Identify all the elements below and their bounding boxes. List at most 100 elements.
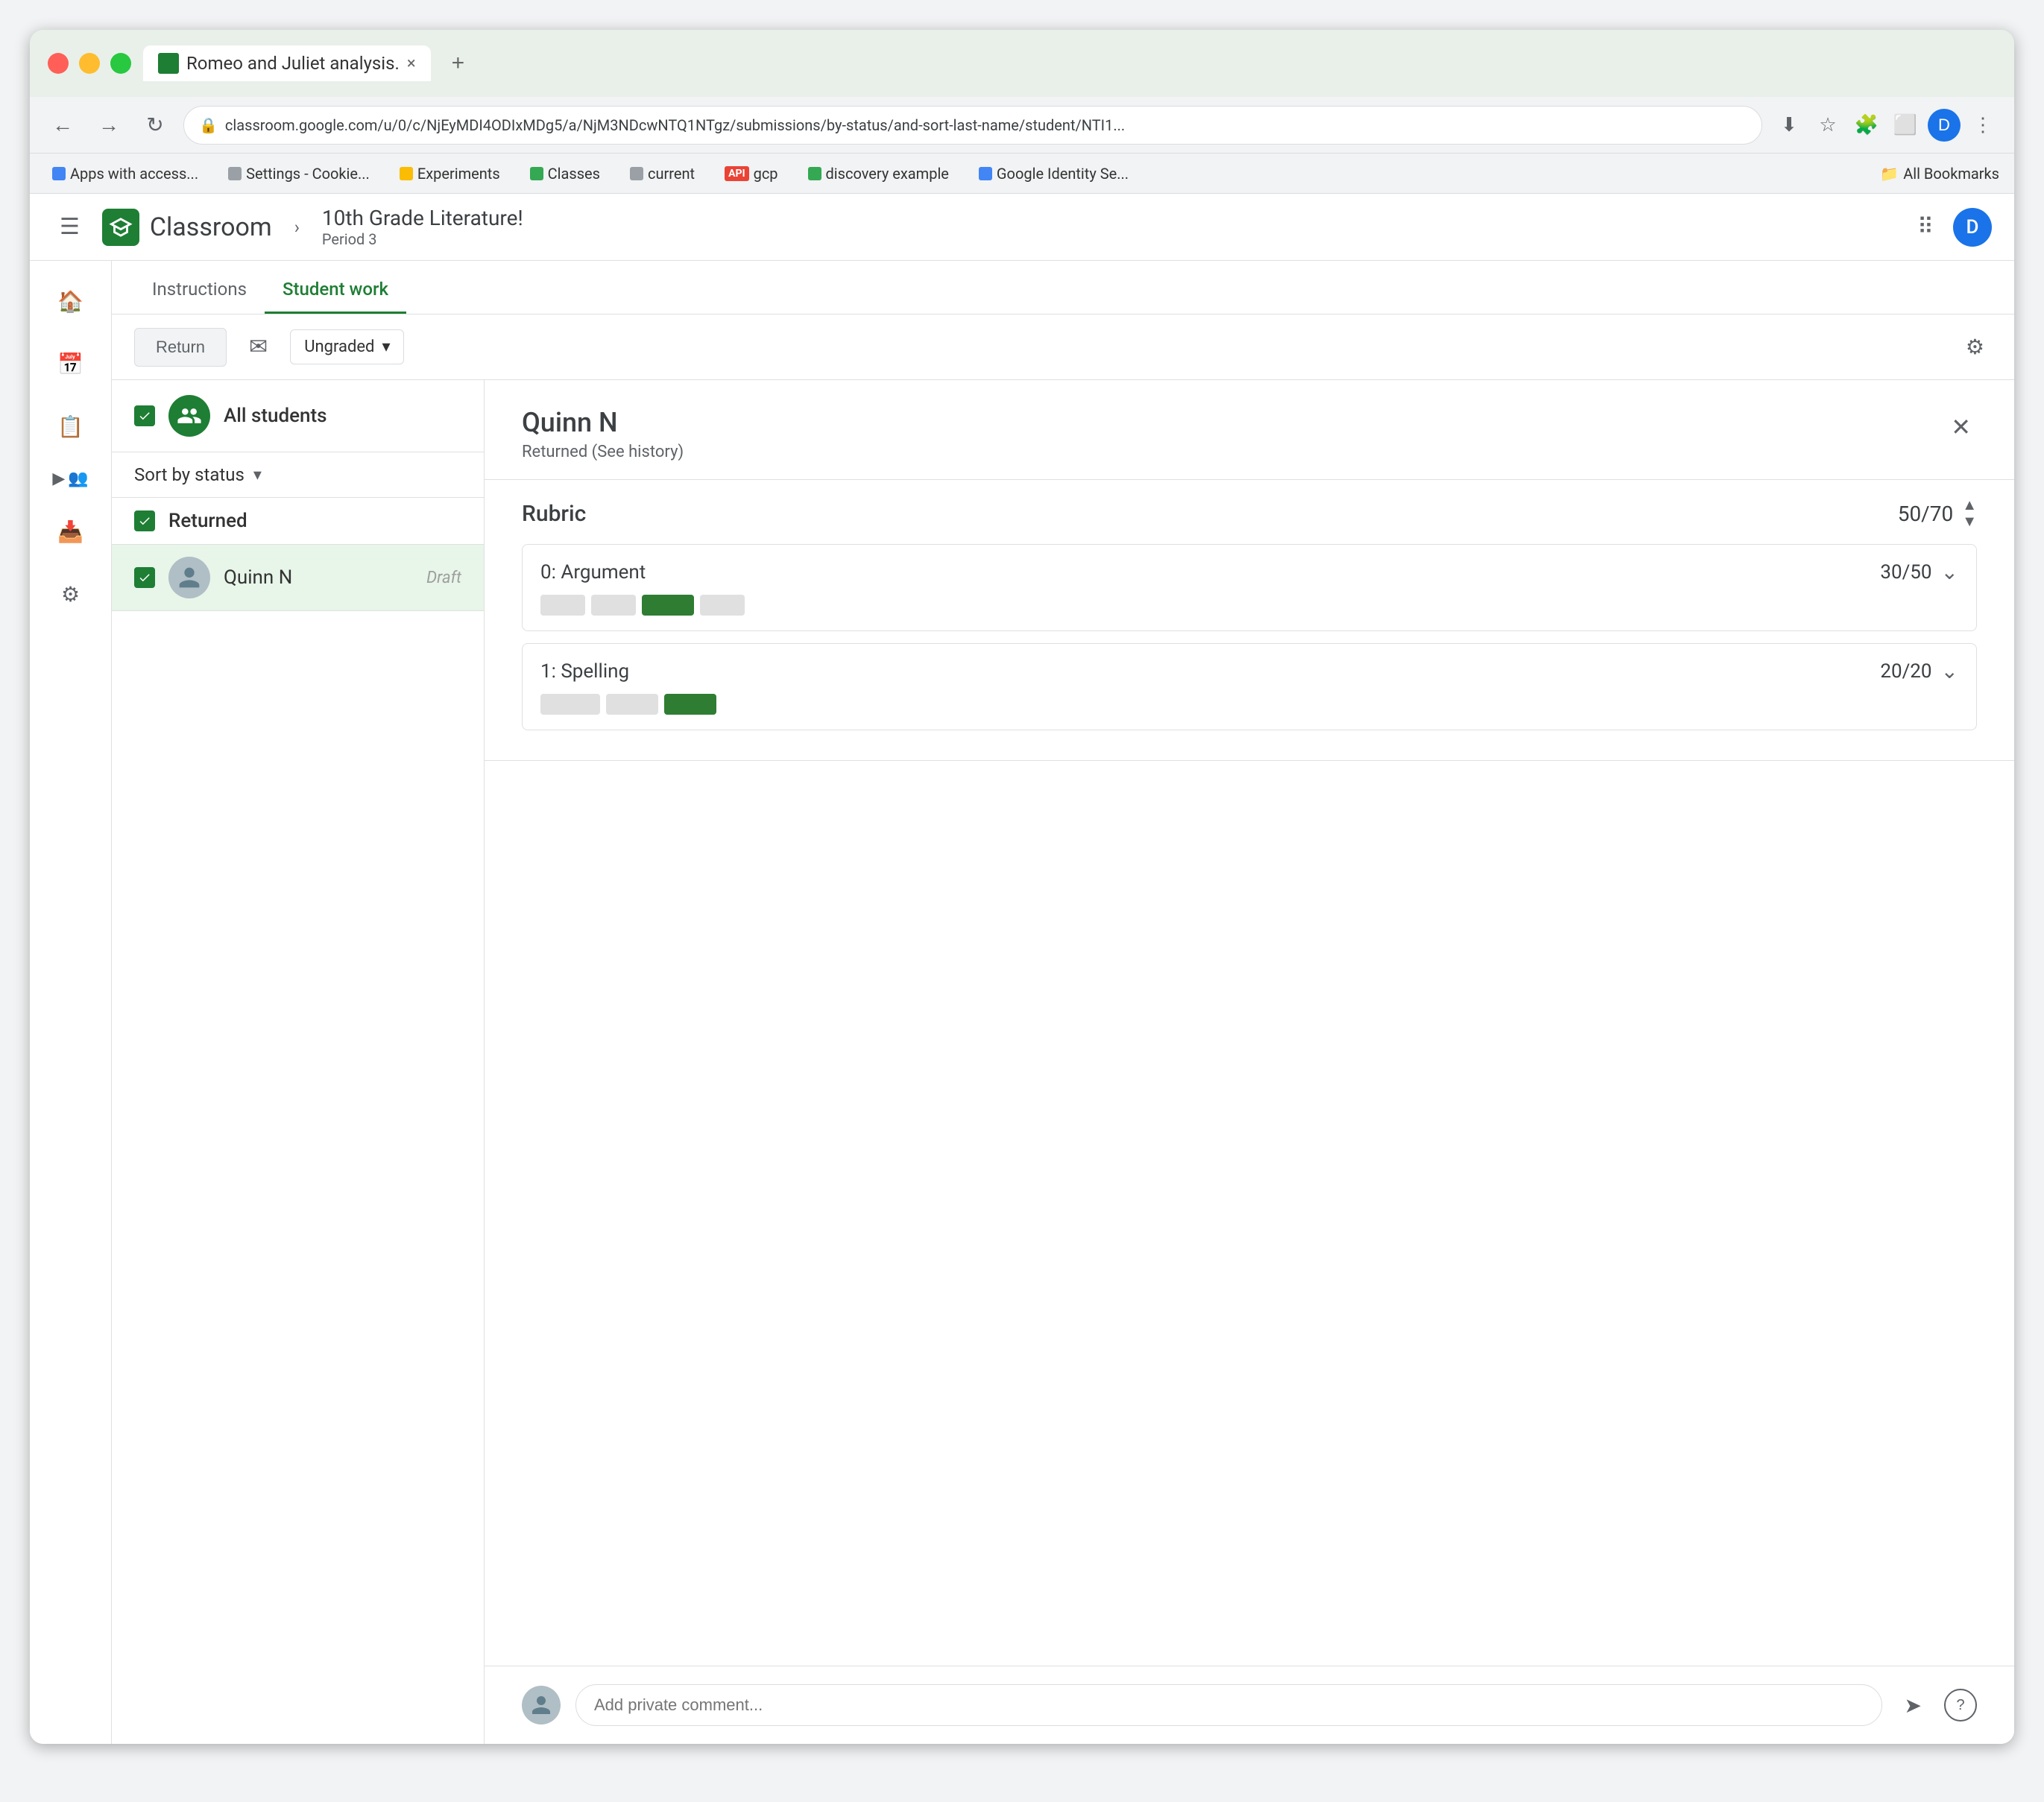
hamburger-button[interactable]: ☰ bbox=[52, 206, 87, 247]
course-info: 10th Grade Literature! Period 3 bbox=[322, 206, 523, 248]
grid-apps-button[interactable]: ⠿ bbox=[1910, 206, 1941, 247]
url-text: classroom.google.com/u/0/c/NjEyMDI4ODIxM… bbox=[225, 116, 1125, 134]
commenter-avatar bbox=[522, 1686, 561, 1724]
api-badge: API bbox=[725, 166, 749, 181]
score-stepper[interactable]: ▲ ▼ bbox=[1962, 498, 1977, 529]
new-tab-button[interactable]: + bbox=[443, 51, 474, 76]
rubric-title-row: Rubric 50/70 ▲ ▼ bbox=[522, 498, 1977, 529]
bookmark-favicon-google-id bbox=[979, 167, 992, 180]
student-detail-info: Quinn N Returned (See history) bbox=[522, 407, 1945, 461]
bar-seg-4 bbox=[700, 595, 745, 616]
student-avatar bbox=[168, 557, 210, 598]
sidebar-home-button[interactable]: 🏠 bbox=[45, 276, 96, 326]
bookmark-favicon-classes bbox=[530, 167, 543, 180]
student-row[interactable]: Quinn N Draft bbox=[112, 545, 484, 611]
address-bar[interactable]: 🔒 classroom.google.com/u/0/c/NjEyMDI4ODI… bbox=[183, 106, 1762, 145]
bookmark-discovery[interactable]: discovery example bbox=[801, 162, 956, 186]
score-up-arrow[interactable]: ▲ bbox=[1962, 498, 1977, 513]
bar-seg-2 bbox=[591, 595, 636, 616]
tab-title: Romeo and Juliet analysis. bbox=[186, 53, 400, 74]
comment-area: ➤ ? bbox=[485, 1666, 2014, 1744]
tab-student-work[interactable]: Student work bbox=[265, 267, 406, 314]
classroom-icon bbox=[102, 209, 139, 246]
forward-button[interactable]: → bbox=[91, 107, 127, 143]
mail-button[interactable]: ✉ bbox=[242, 326, 275, 367]
all-students-icon bbox=[168, 395, 210, 437]
all-bookmarks[interactable]: 📁 All Bookmarks bbox=[1880, 165, 1999, 183]
sort-dropdown-arrow[interactable]: ▾ bbox=[253, 466, 262, 484]
grade-dropdown-arrow: ▾ bbox=[382, 338, 390, 356]
rubric-panel: Quinn N Returned (See history) ✕ Rubric … bbox=[485, 380, 2014, 1744]
bar-seg-1 bbox=[540, 595, 585, 616]
tab-close-button[interactable]: × bbox=[407, 54, 416, 73]
sidebar-calendar-button[interactable]: 📅 bbox=[45, 338, 96, 389]
rubric-panel-header: Quinn N Returned (See history) ✕ bbox=[485, 380, 2014, 480]
sort-label: Sort by status bbox=[134, 464, 245, 485]
bookmark-classes[interactable]: Classes bbox=[523, 162, 608, 186]
download-icon[interactable]: ⬇ bbox=[1773, 109, 1805, 142]
menu-icon[interactable]: ⋮ bbox=[1966, 109, 1999, 142]
classroom-logo-svg bbox=[108, 215, 133, 240]
bookmark-api[interactable]: API gcp bbox=[717, 162, 785, 186]
settings-button[interactable]: ⚙ bbox=[1958, 327, 1992, 367]
criteria-argument-expand[interactable]: ⌄ bbox=[1941, 560, 1958, 584]
sidebar-people-expand[interactable]: ▶ 👥 bbox=[46, 464, 94, 494]
close-traffic-light[interactable] bbox=[48, 53, 69, 74]
criteria-argument-header: 0: Argument 30/50 ⌄ bbox=[540, 560, 1958, 584]
bookmark-label-gcp: gcp bbox=[754, 165, 778, 183]
send-comment-button[interactable]: ➤ bbox=[1897, 1686, 1929, 1725]
grade-dropdown[interactable]: Ungraded ▾ bbox=[290, 329, 404, 364]
tabs-bar: Instructions Student work bbox=[112, 261, 2014, 314]
returned-checkbox[interactable] bbox=[134, 510, 155, 531]
bookmark-settings[interactable]: Settings - Cookie... bbox=[221, 162, 377, 186]
extensions-icon[interactable]: 🧩 bbox=[1850, 109, 1883, 142]
score-down-arrow[interactable]: ▼ bbox=[1962, 514, 1977, 529]
tab-instructions[interactable]: Instructions bbox=[134, 267, 265, 314]
bookmark-label-classes: Classes bbox=[548, 165, 600, 183]
sidebar-assignments-button[interactable]: 📋 bbox=[45, 401, 96, 452]
bookmark-experiments[interactable]: Experiments bbox=[392, 162, 508, 186]
all-students-checkbox[interactable] bbox=[134, 405, 155, 426]
reload-button[interactable]: ↻ bbox=[137, 107, 173, 143]
comment-input[interactable] bbox=[575, 1684, 1882, 1726]
bookmark-label-current: current bbox=[648, 165, 695, 183]
bookmark-icon[interactable]: ☆ bbox=[1811, 109, 1844, 142]
rubric-spacer bbox=[485, 761, 2014, 1666]
header-avatar[interactable]: D bbox=[1953, 208, 1992, 247]
student-name: Quinn N bbox=[224, 566, 413, 589]
sidebar-settings-button[interactable]: ⚙ bbox=[45, 569, 96, 619]
criteria-argument-name: 0: Argument bbox=[540, 561, 1880, 584]
sidebar: 🏠 📅 📋 ▶ 👥 📥 ⚙ bbox=[30, 261, 112, 1744]
bookmark-favicon-settings bbox=[228, 167, 242, 180]
student-submission-status: Draft bbox=[426, 569, 461, 587]
bookmark-current[interactable]: current bbox=[622, 162, 702, 186]
criteria-spelling-bar bbox=[540, 694, 1958, 715]
bookmark-google-id[interactable]: Google Identity Se... bbox=[971, 162, 1136, 186]
bookmark-label-apps: Apps with access... bbox=[70, 165, 198, 183]
student-checkbox[interactable] bbox=[134, 567, 155, 588]
split-view-icon[interactable]: ⬜ bbox=[1889, 109, 1922, 142]
toolbar-row: Return ✉ Ungraded ▾ ⚙ bbox=[112, 314, 2014, 380]
spelling-bar-seg-2 bbox=[606, 694, 658, 715]
maximize-traffic-light[interactable] bbox=[110, 53, 131, 74]
rubric-section: Rubric 50/70 ▲ ▼ 0: Argument bbox=[485, 480, 2014, 761]
people-icon: 👥 bbox=[68, 470, 88, 488]
all-students-label: All students bbox=[224, 405, 327, 427]
criteria-argument-bar bbox=[540, 595, 1958, 616]
help-button[interactable]: ? bbox=[1944, 1689, 1977, 1722]
back-button[interactable]: ← bbox=[45, 107, 81, 143]
sidebar-archive-button[interactable]: 📥 bbox=[45, 506, 96, 557]
bookmark-apps[interactable]: Apps with access... bbox=[45, 162, 206, 186]
bookmarks-bar: Apps with access... Settings - Cookie...… bbox=[30, 154, 2014, 194]
criteria-spelling-expand[interactable]: ⌄ bbox=[1941, 659, 1958, 683]
lock-icon: 🔒 bbox=[199, 116, 218, 134]
return-button[interactable]: Return bbox=[134, 328, 227, 367]
browser-tab[interactable]: Romeo and Juliet analysis. × bbox=[143, 45, 431, 81]
app-container: ☰ Classroom › 10th Grade Literature! Per… bbox=[30, 194, 2014, 1744]
bookmark-label-discovery: discovery example bbox=[826, 165, 949, 183]
panel-close-button[interactable]: ✕ bbox=[1945, 407, 1977, 447]
breadcrumb-arrow: › bbox=[294, 217, 300, 238]
minimize-traffic-light[interactable] bbox=[79, 53, 100, 74]
profile-icon[interactable]: D bbox=[1928, 109, 1961, 142]
returned-label: Returned bbox=[168, 510, 247, 532]
